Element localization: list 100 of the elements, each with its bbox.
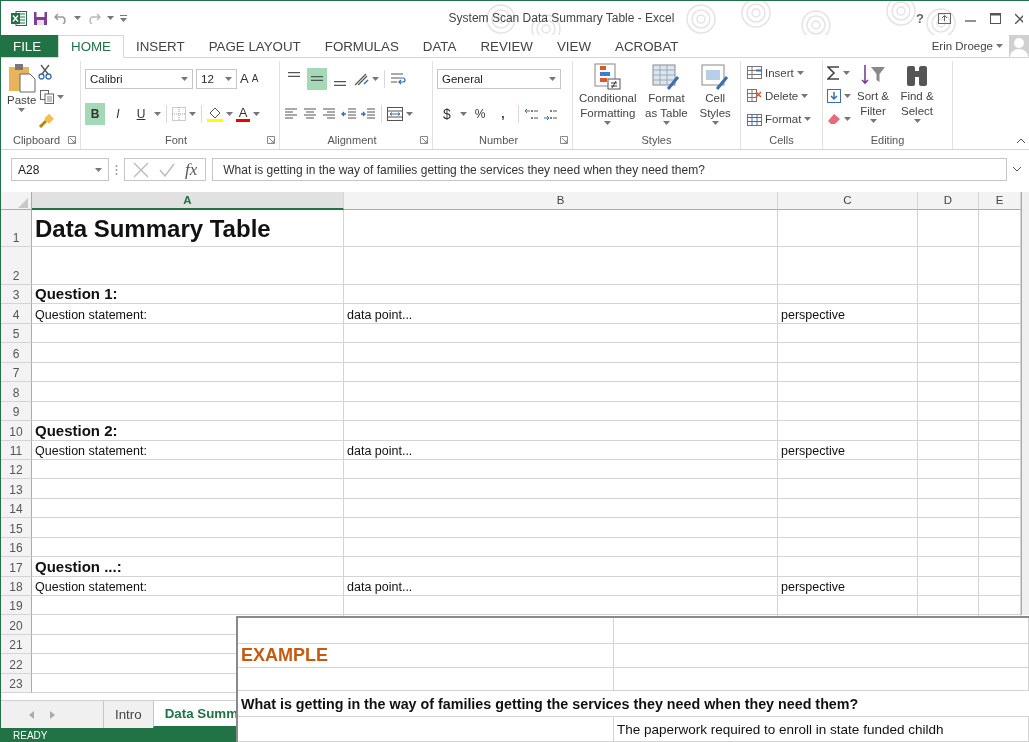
- table-cell: data point...: [344, 440, 778, 460]
- table-cell: Question statement:: [32, 304, 344, 324]
- collapse-ribbon-icon[interactable]: [1017, 138, 1025, 143]
- styles-button[interactable]: Format as Table: [638, 61, 695, 131]
- number-format-field[interactable]: General: [437, 68, 561, 89]
- maximize-icon[interactable]: [990, 12, 1001, 24]
- cells-button[interactable]: Insert: [745, 61, 814, 84]
- delete-cells-icon: [747, 89, 762, 103]
- caret-icon: [549, 76, 556, 81]
- group-label: Number: [477, 134, 520, 146]
- font-color-button[interactable]: A: [236, 105, 250, 122]
- format-painter-icon[interactable]: [38, 114, 55, 128]
- expand-formula-bar-icon[interactable]: [1013, 167, 1021, 172]
- text-orientation-icon[interactable]: [353, 71, 369, 86]
- font-style-button[interactable]: I: [108, 102, 128, 125]
- font-name-field[interactable]: Calibri: [85, 68, 193, 89]
- table-cell: perspective: [778, 440, 918, 460]
- cells-button[interactable]: Format: [745, 108, 814, 131]
- decrease-font-size-button[interactable]: A: [251, 72, 259, 85]
- editing-button[interactable]: Find & Select: [895, 61, 939, 131]
- fill-down-icon[interactable]: [827, 89, 841, 103]
- table-cell: [918, 479, 979, 499]
- column-header[interactable]: C: [778, 192, 918, 210]
- ribbon-tab[interactable]: FORMULAS: [312, 35, 411, 57]
- row-header[interactable]: 20: [1, 615, 32, 635]
- eraser-icon[interactable]: [827, 113, 841, 126]
- file-tab[interactable]: FILE: [1, 35, 58, 57]
- row-header[interactable]: 19: [1, 596, 32, 616]
- row-header[interactable]: 13: [1, 479, 32, 499]
- percent-button[interactable]: %: [470, 102, 490, 125]
- formula-field[interactable]: What is getting in the way of families getting the services they need when they need them?: [212, 158, 1007, 181]
- column-header[interactable]: E: [979, 192, 1021, 210]
- row-header[interactable]: 8: [1, 382, 32, 402]
- ribbon-tab[interactable]: REVIEW: [468, 35, 545, 57]
- ribbon-display-options-icon[interactable]: [938, 12, 951, 24]
- help-button[interactable]: ?: [916, 10, 924, 26]
- wrap-text-icon[interactable]: [390, 71, 406, 86]
- font-style-button[interactable]: U: [131, 102, 151, 125]
- table-cell: perspective: [778, 576, 918, 596]
- align-left-icon[interactable]: [284, 106, 300, 121]
- align-right-icon[interactable]: [322, 106, 338, 121]
- increase-decimal-icon[interactable]: [524, 106, 540, 121]
- column-header[interactable]: B: [344, 192, 778, 210]
- ribbon-tab[interactable]: PAGE LAYOUT: [196, 35, 313, 57]
- comma-style-button[interactable]: ,: [493, 102, 513, 125]
- cells-button[interactable]: Delete: [745, 85, 814, 107]
- editing-button[interactable]: Sort & Filter: [851, 61, 895, 131]
- ribbon-tab[interactable]: HOME: [58, 35, 124, 58]
- merge-center-icon[interactable]: [387, 106, 403, 121]
- sum-icon[interactable]: [827, 65, 840, 80]
- font-style-button[interactable]: B: [85, 102, 105, 125]
- table-cell: Question 1:: [32, 285, 344, 305]
- column-header[interactable]: D: [918, 192, 979, 210]
- fill-color-icon[interactable]: [207, 105, 223, 122]
- cut-icon[interactable]: [38, 64, 53, 80]
- row-header[interactable]: 6: [1, 343, 32, 363]
- decrease-indent-icon[interactable]: [341, 106, 357, 121]
- name-box[interactable]: A28: [11, 158, 109, 181]
- ribbon-tab[interactable]: INSERT: [124, 35, 197, 57]
- row-header[interactable]: 2: [1, 247, 32, 285]
- table-cell: [918, 323, 979, 344]
- enter-check-icon[interactable]: [159, 162, 175, 177]
- dialog-launcher-icon[interactable]: [420, 136, 428, 144]
- excel-logo-icon[interactable]: [11, 10, 27, 26]
- ribbon-tab[interactable]: ACROBAT: [603, 35, 691, 57]
- insert-function-button[interactable]: fx: [185, 159, 198, 180]
- user-account-button[interactable]: Erin Droege: [929, 35, 1005, 57]
- ribbon-tab[interactable]: VIEW: [544, 35, 603, 57]
- increase-indent-icon[interactable]: [360, 106, 376, 121]
- font-size-field[interactable]: 12: [196, 68, 237, 89]
- align-center-icon[interactable]: [303, 106, 319, 121]
- ribbon-tab[interactable]: DATA: [410, 35, 469, 57]
- row-header[interactable]: 4: [1, 304, 32, 324]
- row-header[interactable]: 1: [1, 210, 32, 247]
- row-header[interactable]: 3: [1, 285, 32, 305]
- row-header[interactable]: 15: [1, 518, 32, 538]
- row-header[interactable]: 22: [1, 654, 32, 674]
- row-header[interactable]: 17: [1, 557, 32, 577]
- vertical-align-button[interactable]: [307, 67, 327, 90]
- vertical-scrollbar[interactable]: [1021, 192, 1029, 615]
- undo-icon[interactable]: [54, 12, 68, 24]
- table-cell: Question statement:: [32, 440, 344, 460]
- dialog-launcher-icon[interactable]: [560, 136, 568, 144]
- close-icon[interactable]: [1015, 12, 1023, 24]
- save-icon[interactable]: [33, 10, 48, 26]
- customize-toolbar-icon[interactable]: [120, 14, 127, 22]
- dialog-launcher-icon[interactable]: [68, 136, 76, 144]
- row-header[interactable]: 10: [1, 421, 32, 441]
- caret-icon: [107, 16, 114, 20]
- increase-font-size-button[interactable]: A: [240, 72, 249, 85]
- caret-icon: [181, 76, 188, 81]
- caret-icon: [154, 111, 161, 116]
- paste-button[interactable]: Paste: [5, 61, 39, 131]
- dialog-launcher-icon[interactable]: [267, 136, 275, 144]
- paperwork-text: The paperwork required to enroll in state funded childh: [614, 717, 1029, 742]
- example-heading: EXAMPLE: [238, 644, 614, 668]
- currency-button[interactable]: $: [437, 102, 457, 125]
- styles-button[interactable]: Cell Styles: [694, 61, 736, 131]
- styles-button[interactable]: Conditional Formatting: [577, 61, 639, 131]
- column-header[interactable]: A: [32, 192, 344, 210]
